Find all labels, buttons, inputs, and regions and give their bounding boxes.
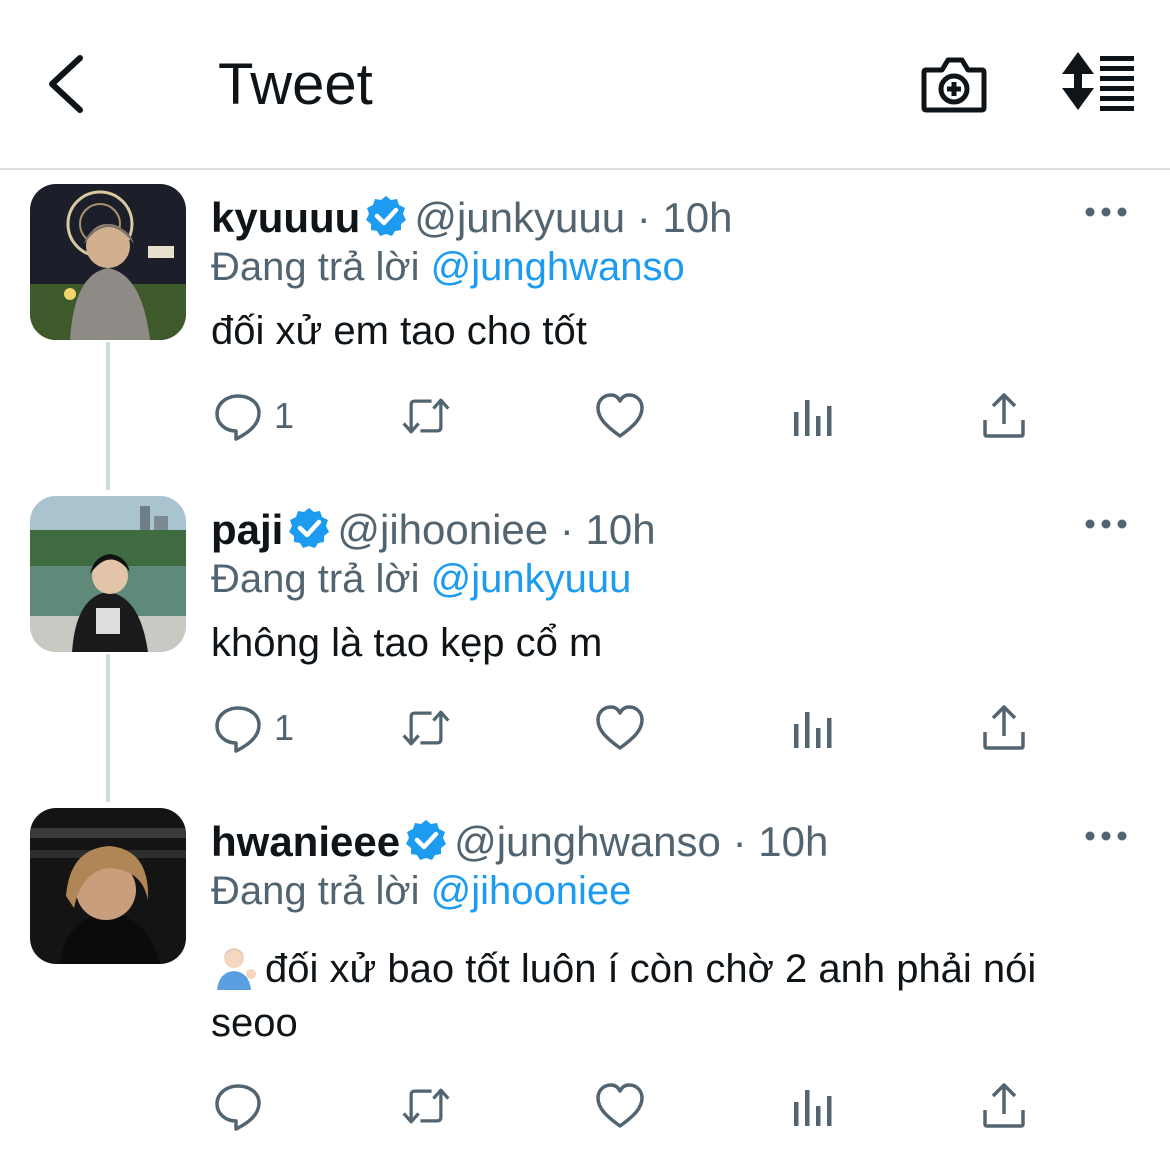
retweet-button[interactable]	[400, 390, 460, 446]
verified-badge-icon	[366, 196, 407, 236]
avatar[interactable]	[30, 808, 186, 964]
person-tipping-hand-emoji-icon	[217, 948, 256, 990]
share-icon	[983, 705, 1025, 750]
tweet-text: đối xử em tao cho tốt	[211, 309, 587, 353]
analytics-button[interactable]	[788, 702, 848, 758]
timestamp[interactable]: 10h	[662, 194, 732, 241]
replying-to: Đang trả lời @junghwanso	[211, 242, 685, 292]
heart-icon	[596, 393, 644, 438]
analytics-icon	[794, 712, 832, 748]
display-name[interactable]: hwanieee	[211, 818, 400, 865]
more-options-icon[interactable]	[1084, 512, 1128, 536]
tweet-actions	[0, 1080, 1170, 1140]
retweet-button[interactable]	[400, 1080, 460, 1136]
share-icon	[983, 393, 1025, 438]
replying-to: Đang trả lời @junkyuuu	[211, 554, 631, 604]
tweet-header: hwanieee @junghwanso · 10h	[211, 816, 828, 868]
reply-icon	[215, 706, 261, 753]
timestamp[interactable]: 10h	[758, 818, 828, 865]
retweet-button[interactable]	[400, 702, 460, 758]
reply-button[interactable]	[212, 1080, 272, 1136]
reply-count: 1	[274, 707, 295, 748]
reply-icon	[215, 1084, 261, 1131]
replying-to: Đang trả lời @jihooniee	[211, 866, 631, 916]
display-name[interactable]: paji	[211, 506, 283, 553]
like-button[interactable]	[594, 702, 654, 758]
tweet-actions: 1	[0, 390, 1170, 450]
reply-button[interactable]	[212, 702, 272, 758]
verified-badge-icon	[289, 508, 330, 548]
tweet-item[interactable]: hwanieee @junghwanso · 10h Đang trả lời @…	[0, 808, 1170, 1150]
share-button[interactable]	[978, 1080, 1038, 1136]
page-title: Tweet	[218, 52, 373, 117]
analytics-button[interactable]	[788, 1080, 848, 1136]
replying-to-label: Đang trả lời	[211, 869, 420, 913]
tweet-text: không là tao kẹp cổ m	[211, 621, 603, 665]
reply-icon	[215, 394, 261, 441]
share-button[interactable]	[978, 390, 1038, 446]
user-handle[interactable]: @junkyuuu	[414, 194, 625, 241]
tweet-item[interactable]: kyuuuu @junkyuuu · 10h Đang trả lời @jung…	[0, 184, 1170, 486]
like-button[interactable]	[594, 1080, 654, 1136]
tweet-header: paji @jihooniee · 10h	[211, 504, 656, 556]
replying-to-link[interactable]: @jihooniee	[431, 869, 632, 913]
analytics-button[interactable]	[788, 390, 848, 446]
tweet-text-line1: đối xử bao tốt luôn í còn chờ 2 anh phải…	[265, 947, 1037, 991]
like-button[interactable]	[594, 390, 654, 446]
share-icon	[983, 1083, 1025, 1128]
tweet-text-line: đối xử bao tốt luôn í còn chờ 2 anh phải…	[211, 942, 1131, 996]
separator-dot: ·	[636, 194, 651, 241]
avatar[interactable]	[30, 184, 186, 340]
replying-to-link[interactable]: @junkyuuu	[431, 557, 632, 601]
avatar[interactable]	[30, 496, 186, 652]
back-arrow-icon[interactable]	[40, 52, 94, 116]
tweet-text-line: seoo	[211, 1001, 298, 1045]
retweet-icon	[402, 710, 450, 746]
separator-dot: ·	[559, 506, 574, 553]
retweet-icon	[402, 398, 450, 434]
more-options-icon[interactable]	[1084, 824, 1128, 848]
more-options-icon[interactable]	[1084, 200, 1128, 224]
retweet-icon	[402, 1088, 450, 1124]
tweet-text: đối xử bao tốt luôn í còn chờ 2 anh phải…	[211, 942, 1131, 1050]
analytics-icon	[794, 1090, 832, 1126]
timestamp[interactable]: 10h	[585, 506, 655, 553]
user-handle[interactable]: @jihooniee	[337, 506, 548, 553]
reply-button[interactable]	[212, 390, 272, 446]
reply-count: 1	[274, 395, 295, 436]
heart-icon	[596, 705, 644, 750]
camera-add-icon[interactable]	[918, 52, 990, 116]
analytics-icon	[794, 400, 832, 436]
tweet-header: kyuuuu @junkyuuu · 10h	[211, 192, 733, 244]
verified-badge-icon	[406, 820, 447, 860]
replying-to-label: Đang trả lời	[211, 245, 420, 289]
replying-to-label: Đang trả lời	[211, 557, 420, 601]
top-bar: Tweet	[0, 0, 1170, 170]
user-handle[interactable]: @junghwanso	[454, 818, 721, 865]
tweet-item[interactable]: paji @jihooniee · 10h Đang trả lời @junky…	[0, 496, 1170, 798]
separator-dot: ·	[732, 818, 747, 865]
replying-to-link[interactable]: @junghwanso	[431, 245, 685, 289]
tweet-actions: 1	[0, 702, 1170, 762]
display-name[interactable]: kyuuuu	[211, 194, 360, 241]
share-button[interactable]	[978, 702, 1038, 758]
heart-icon	[596, 1083, 644, 1128]
sort-toggle-icon[interactable]	[1058, 52, 1138, 112]
